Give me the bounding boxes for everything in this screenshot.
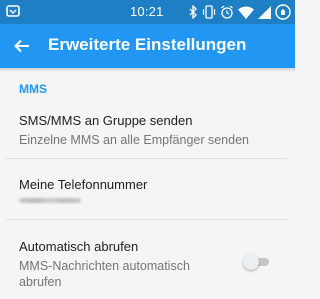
signal-icon xyxy=(258,5,271,19)
pref-auto-retrieve[interactable]: Automatisch abrufen MMS-Nachrichten auto… xyxy=(19,239,225,290)
redacted-phone-number xyxy=(19,198,81,203)
pref-title: SMS/MMS an Gruppe senden xyxy=(19,113,193,128)
toggle-thumb xyxy=(243,254,259,270)
page-title: Erweiterte Einstellungen xyxy=(48,35,247,54)
alarm-icon xyxy=(221,5,233,19)
section-header-mms: MMS xyxy=(19,82,47,96)
status-icons xyxy=(188,3,291,21)
pref-title: Automatisch abrufen xyxy=(19,239,139,254)
wifi-icon xyxy=(238,6,254,19)
pref-my-phone-number[interactable]: Meine Telefonnummer xyxy=(19,177,295,203)
bluetooth-icon xyxy=(189,5,197,19)
pref-summary: Einzelne MMS an alle Empfänger senden xyxy=(19,133,249,147)
status-time: 10:21 xyxy=(130,4,164,19)
pref-group-send[interactable]: SMS/MMS an Gruppe senden Einzelne MMS an… xyxy=(19,113,295,148)
battery-icon xyxy=(275,4,291,20)
android-system-icon xyxy=(6,5,20,17)
arrow-back-icon[interactable] xyxy=(10,34,34,58)
auto-retrieve-toggle[interactable] xyxy=(243,254,271,270)
app-bar-shadow xyxy=(0,68,295,72)
pref-summary: MMS-Nachrichten automatisch abrufen xyxy=(19,259,190,289)
pref-title: Meine Telefonnummer xyxy=(19,177,148,192)
vibrate-icon xyxy=(202,5,216,19)
app-bar: Erweiterte Einstellungen xyxy=(0,24,295,68)
status-bar: 10:21 xyxy=(0,0,295,24)
divider xyxy=(6,219,287,220)
divider xyxy=(6,158,287,159)
